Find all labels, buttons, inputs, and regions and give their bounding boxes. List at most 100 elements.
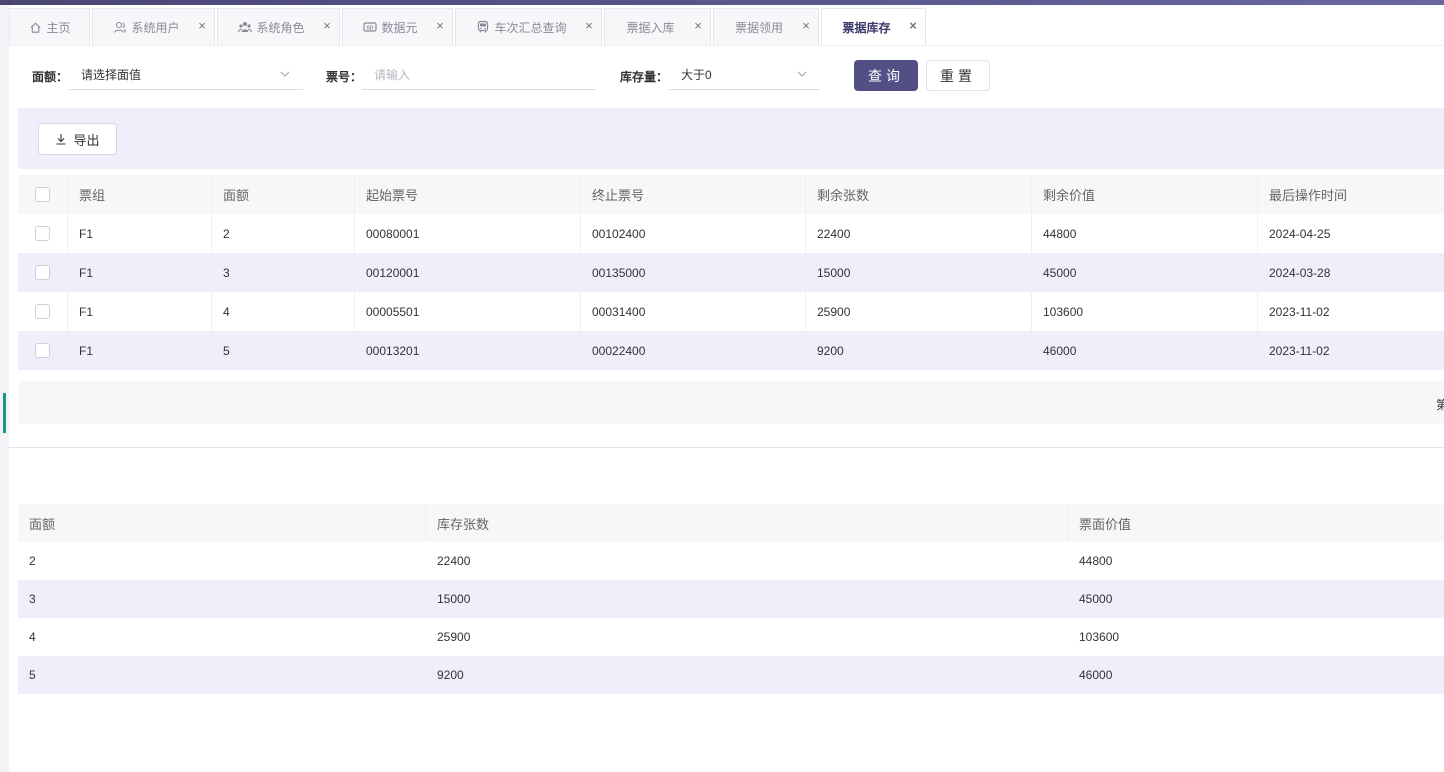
row-checkbox[interactable] <box>35 343 50 358</box>
close-icon[interactable]: × <box>196 19 208 32</box>
query-button[interactable]: 查询 <box>854 60 918 91</box>
table-cell: 00080001 <box>355 214 581 253</box>
row-select-cell <box>18 331 68 370</box>
tab-home[interactable]: 主页 <box>9 8 90 45</box>
stock-select-value: 大于0 <box>681 68 712 82</box>
export-label: 导出 <box>73 132 100 148</box>
train-icon <box>476 20 490 34</box>
tab-label: 票据入库 <box>626 20 675 35</box>
close-icon[interactable]: × <box>434 19 446 32</box>
tab-data-elements[interactable]: SD 数据元 × <box>342 8 453 45</box>
table-cell: 2 <box>29 554 36 568</box>
close-icon[interactable]: × <box>692 19 704 32</box>
table-cell: 5 <box>212 331 355 370</box>
stock-table: 票组 面额 起始票号 终止票号 剩余张数 剩余价值 最后操作时间 F1 2 00… <box>18 175 1444 370</box>
column-header[interactable]: 剩余张数 <box>806 175 1032 214</box>
close-icon[interactable]: × <box>321 19 333 32</box>
sd-card-icon: SD <box>363 20 378 34</box>
close-icon[interactable]: × <box>583 19 595 32</box>
ticket-no-input[interactable] <box>362 60 596 90</box>
user-icon <box>113 20 127 34</box>
column-header: 库存张数 <box>426 504 1068 542</box>
chevron-down-icon <box>796 68 808 80</box>
left-active-marker <box>3 393 6 433</box>
toolbar: 导出 <box>18 108 1444 169</box>
top-strip <box>0 0 1444 5</box>
table-cell: 25900 <box>437 630 471 644</box>
table-row[interactable]: F1 3 00120001 00135000 15000 45000 2024-… <box>18 253 1444 292</box>
table-row[interactable]: F1 2 00080001 00102400 22400 44800 2024-… <box>18 214 1444 253</box>
table-cell: F1 <box>68 292 212 331</box>
tab-label: 票据领用 <box>734 20 783 35</box>
svg-text:SD: SD <box>367 25 374 31</box>
tab-label: 车次汇总查询 <box>494 20 567 35</box>
denomination-select[interactable]: 请选择面值 <box>69 60 303 90</box>
table-row: 3 15000 45000 <box>18 580 1444 618</box>
close-icon[interactable]: × <box>800 19 812 32</box>
table-cell: 25900 <box>806 292 1032 331</box>
table-cell: 00102400 <box>581 214 806 253</box>
tab-train-summary[interactable]: 车次汇总查询 × <box>455 8 602 45</box>
column-header[interactable]: 票组 <box>68 175 212 214</box>
row-select-cell <box>18 214 68 253</box>
search-form: 面额： 请选择面值 票号： 库存量： 大于0 查询 重置 <box>18 56 1444 96</box>
row-checkbox[interactable] <box>35 265 50 280</box>
tab-ticket-issue[interactable]: 票据领用 × <box>713 8 819 45</box>
summary-table: 面额 库存张数 票面价值 2 22400 44800 3 15000 45000… <box>18 504 1444 694</box>
table-cell: 22400 <box>437 554 471 568</box>
table-cell: 22400 <box>806 214 1032 253</box>
reset-button[interactable]: 重置 <box>926 60 990 91</box>
table-cell: F1 <box>68 253 212 292</box>
table-cell: 00031400 <box>581 292 806 331</box>
tab-label: 主页 <box>46 20 71 35</box>
table-row: 5 9200 46000 <box>18 656 1444 694</box>
table-cell: F1 <box>68 331 212 370</box>
pagination-bar: 第 <box>18 381 1444 424</box>
export-button[interactable]: 导出 <box>38 123 117 155</box>
column-header[interactable]: 终止票号 <box>581 175 806 214</box>
users-icon <box>238 20 253 34</box>
select-all-cell <box>18 175 68 214</box>
table-cell: 3 <box>29 592 36 606</box>
denomination-label: 面额： <box>32 70 69 84</box>
tab-system-roles[interactable]: 系统角色 × <box>217 8 340 45</box>
table-row[interactable]: F1 5 00013201 00022400 9200 46000 2023-1… <box>18 331 1444 370</box>
table-cell: 00120001 <box>355 253 581 292</box>
table-cell: 00005501 <box>355 292 581 331</box>
table-row: 4 25900 103600 <box>18 618 1444 656</box>
column-header[interactable]: 剩余价值 <box>1032 175 1258 214</box>
table-cell: 4 <box>212 292 355 331</box>
column-header: 票面价值 <box>1079 516 1132 532</box>
table-cell: 9200 <box>437 668 464 682</box>
table-cell: 44800 <box>1079 554 1113 568</box>
tab-label: 票据库存 <box>842 20 891 35</box>
section-divider <box>9 447 1444 448</box>
table-cell: 5 <box>29 668 36 682</box>
table-cell: 46000 <box>1032 331 1258 370</box>
table-cell: 2023-11-02 <box>1269 343 1330 358</box>
row-checkbox[interactable] <box>35 304 50 319</box>
table-cell: 3 <box>212 253 355 292</box>
close-icon[interactable]: × <box>907 19 919 32</box>
home-icon <box>28 20 42 34</box>
column-header[interactable]: 面额 <box>212 175 355 214</box>
select-all-checkbox[interactable] <box>35 187 50 202</box>
row-select-cell <box>18 292 68 331</box>
row-select-cell <box>18 253 68 292</box>
column-header[interactable]: 起始票号 <box>355 175 581 214</box>
table-cell: 45000 <box>1079 592 1113 606</box>
table-row[interactable]: F1 4 00005501 00031400 25900 103600 2023… <box>18 292 1444 331</box>
column-header[interactable]: 最后操作时间 <box>1258 175 1444 214</box>
row-checkbox[interactable] <box>35 226 50 241</box>
tab-label: 系统角色 <box>256 20 305 35</box>
table-header-row: 面额 库存张数 票面价值 <box>18 504 1444 542</box>
tab-ticket-inbound[interactable]: 票据入库 × <box>604 8 711 45</box>
stock-label: 库存量： <box>620 70 669 84</box>
table-cell: 9200 <box>806 331 1032 370</box>
table-cell: 103600 <box>1079 630 1120 644</box>
tab-ticket-stock[interactable]: 票据库存 × <box>821 8 926 45</box>
tab-system-users[interactable]: 系统用户 × <box>92 8 215 45</box>
stock-select[interactable]: 大于0 <box>669 60 820 90</box>
table-cell: 00022400 <box>581 331 806 370</box>
table-cell: 2023-11-02 <box>1269 304 1330 319</box>
